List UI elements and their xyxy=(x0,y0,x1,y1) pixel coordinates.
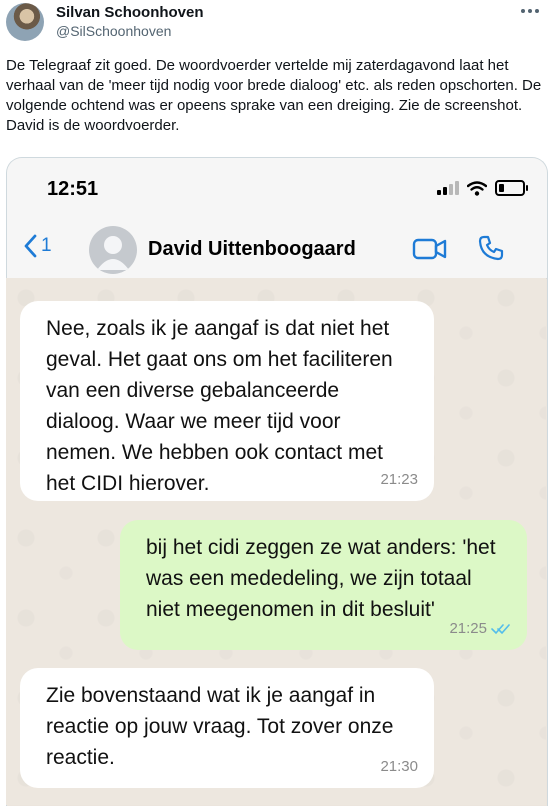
chevron-left-icon xyxy=(24,234,37,258)
battery-icon xyxy=(495,180,528,196)
unread-count: 1 xyxy=(41,235,52,256)
video-call-icon[interactable] xyxy=(412,238,448,260)
message-text: bij het cidi zeggen ze wat anders: 'het … xyxy=(146,536,496,621)
signal-icon xyxy=(437,181,459,195)
message-time: 21:25 xyxy=(449,613,511,644)
message-incoming[interactable]: Zie bovenstaand wat ik je aangaf in reac… xyxy=(20,668,434,788)
author-name[interactable]: Silvan Schoonhoven xyxy=(56,4,204,21)
contact-name[interactable]: David Uittenboogaard xyxy=(148,238,356,261)
author-handle[interactable]: @SilSchoonhoven xyxy=(56,23,171,39)
message-outgoing[interactable]: bij het cidi zeggen ze wat anders: 'het … xyxy=(120,520,527,650)
tweet-text: De Telegraaf zit goed. De woordvoerder v… xyxy=(6,57,542,134)
contact-avatar[interactable] xyxy=(89,226,137,274)
back-button[interactable]: 1 xyxy=(23,234,52,258)
whatsapp-header: 12:51 1 David Uittenboogaard xyxy=(7,158,547,279)
wifi-icon xyxy=(467,180,487,196)
author-avatar[interactable] xyxy=(6,3,44,41)
read-ticks-icon xyxy=(491,623,510,634)
status-time: 12:51 xyxy=(47,178,99,200)
phone-call-icon[interactable] xyxy=(477,234,505,262)
message-text: Zie bovenstaand wat ik je aangaf in reac… xyxy=(46,684,394,769)
tweet-header: Silvan Schoonhoven @SilSchoonhoven xyxy=(0,0,555,50)
message-incoming[interactable]: Nee, zoals ik je aangaf is dat niet het … xyxy=(20,301,434,501)
status-icons xyxy=(437,180,528,196)
message-time: 21:30 xyxy=(380,758,418,775)
more-horizontal-icon[interactable] xyxy=(521,6,541,16)
message-text: Nee, zoals ik je aangaf is dat niet het … xyxy=(46,317,393,495)
default-avatar-icon xyxy=(97,236,129,270)
message-time: 21:23 xyxy=(380,471,418,488)
